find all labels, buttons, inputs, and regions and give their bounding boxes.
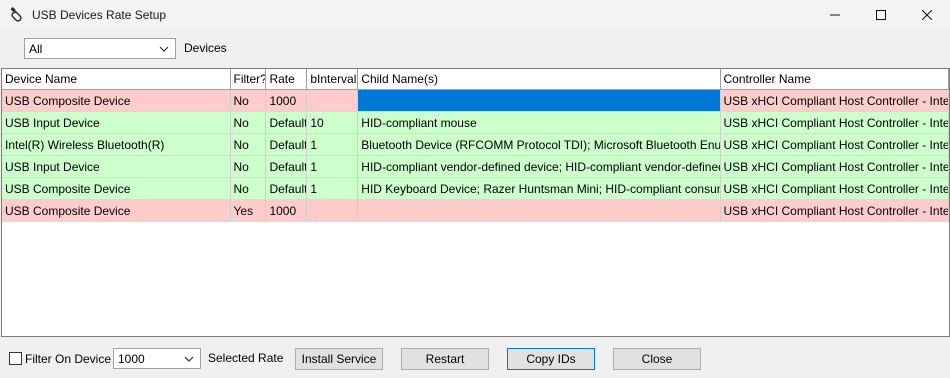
column-header[interactable]: Child Name(s) bbox=[358, 69, 721, 89]
bottom-bar: Filter On Device 1000 Selected Rate Inst… bbox=[0, 340, 950, 378]
table-cell[interactable]: HID-compliant vendor-defined device; HID… bbox=[358, 156, 721, 177]
table-row[interactable]: USB Composite Device No Default 1 HID Ke… bbox=[2, 178, 949, 200]
table-header: Device Name Filter? Rate bInterval Child… bbox=[2, 69, 949, 90]
table-cell[interactable]: HID Keyboard Device; Razer Huntsman Mini… bbox=[358, 178, 721, 199]
table-cell[interactable]: USB xHCI Compliant Host Controller - Int… bbox=[721, 134, 949, 155]
table-cell[interactable]: No bbox=[231, 112, 267, 133]
table-cell[interactable]: Default bbox=[266, 134, 308, 155]
table-row[interactable]: USB Input Device No Default 10 HID-compl… bbox=[2, 112, 949, 134]
table-cell[interactable]: 10 bbox=[307, 112, 359, 133]
usb-app-icon bbox=[9, 6, 27, 24]
table-cell[interactable] bbox=[307, 200, 359, 221]
rate-value: 1000 bbox=[118, 351, 145, 366]
close-window-button[interactable] bbox=[904, 0, 950, 30]
table-cell[interactable]: USB Composite Device bbox=[2, 178, 231, 199]
filter-on-device-checkbox[interactable] bbox=[9, 352, 22, 365]
maximize-button[interactable] bbox=[858, 0, 904, 30]
close-button[interactable]: Close bbox=[613, 348, 701, 370]
column-header[interactable]: bInterval bbox=[307, 69, 359, 89]
minimize-button[interactable] bbox=[812, 0, 858, 30]
table-cell[interactable]: Default bbox=[266, 156, 308, 177]
minimize-icon bbox=[830, 14, 840, 16]
table-cell[interactable]: No bbox=[231, 134, 267, 155]
table-cell[interactable]: HID-compliant mouse bbox=[358, 112, 721, 133]
column-header[interactable]: Rate bbox=[266, 69, 308, 89]
table-cell[interactable]: No bbox=[231, 90, 267, 111]
table-cell[interactable]: 1000 bbox=[266, 200, 308, 221]
toolbar: All Devices bbox=[0, 30, 950, 66]
table-cell[interactable] bbox=[307, 90, 359, 111]
device-filter-value: All bbox=[29, 41, 43, 56]
device-filter-select[interactable]: All bbox=[24, 38, 176, 59]
copy-ids-button[interactable]: Copy IDs bbox=[507, 348, 595, 370]
table-cell[interactable]: No bbox=[231, 156, 267, 177]
table-row[interactable]: USB Input Device No Default 1 HID-compli… bbox=[2, 156, 949, 178]
install-service-button[interactable]: Install Service bbox=[295, 348, 383, 370]
table-cell[interactable]: USB xHCI Compliant Host Controller - Int… bbox=[721, 156, 949, 177]
table-cell[interactable]: USB xHCI Compliant Host Controller - Int… bbox=[721, 178, 949, 199]
table-cell[interactable]: Intel(R) Wireless Bluetooth(R) bbox=[2, 134, 231, 155]
devices-table[interactable]: Device Name Filter? Rate bInterval Child… bbox=[1, 68, 950, 337]
table-cell[interactable]: 1000 bbox=[266, 90, 308, 111]
table-cell-selected[interactable] bbox=[358, 90, 721, 111]
table-cell[interactable]: 1 bbox=[307, 134, 359, 155]
column-header[interactable]: Filter? bbox=[231, 69, 267, 89]
table-cell[interactable]: Default bbox=[266, 112, 308, 133]
table-cell[interactable]: Bluetooth Device (RFCOMM Protocol TDI); … bbox=[358, 134, 721, 155]
table-row[interactable]: USB Composite Device Yes 1000 USB xHCI C… bbox=[2, 200, 949, 222]
close-icon bbox=[922, 10, 932, 20]
table-cell[interactable] bbox=[358, 200, 721, 221]
table-cell[interactable]: 1 bbox=[307, 156, 359, 177]
table-cell[interactable]: 1 bbox=[307, 178, 359, 199]
table-cell[interactable]: Yes bbox=[231, 200, 267, 221]
title-bar: USB Devices Rate Setup bbox=[0, 0, 950, 30]
restart-button[interactable]: Restart bbox=[401, 348, 489, 370]
chevron-down-icon bbox=[159, 46, 169, 52]
table-cell[interactable]: USB xHCI Compliant Host Controller - Int… bbox=[721, 90, 949, 111]
window-title: USB Devices Rate Setup bbox=[32, 8, 167, 22]
chevron-down-icon bbox=[184, 356, 194, 362]
table-cell[interactable]: USB xHCI Compliant Host Controller - Int… bbox=[721, 112, 949, 133]
table-cell[interactable]: USB Composite Device bbox=[2, 90, 231, 111]
table-row[interactable]: Intel(R) Wireless Bluetooth(R) No Defaul… bbox=[2, 134, 949, 156]
rate-select[interactable]: 1000 bbox=[113, 348, 201, 369]
devices-label: Devices bbox=[184, 41, 227, 55]
table-cell[interactable]: USB Input Device bbox=[2, 156, 231, 177]
filter-on-device-label: Filter On Device bbox=[25, 352, 112, 366]
column-header[interactable]: Device Name bbox=[2, 69, 231, 89]
table-cell[interactable]: Default bbox=[266, 178, 308, 199]
column-header[interactable]: Controller Name bbox=[721, 69, 949, 89]
table-cell[interactable]: USB xHCI Compliant Host Controller - Int… bbox=[721, 200, 949, 221]
selected-rate-label: Selected Rate bbox=[208, 351, 284, 365]
table-cell[interactable]: USB Input Device bbox=[2, 112, 231, 133]
maximize-icon bbox=[876, 10, 886, 20]
table-row[interactable]: USB Composite Device No 1000 USB xHCI Co… bbox=[2, 90, 949, 112]
table-cell[interactable]: USB Composite Device bbox=[2, 200, 231, 221]
table-cell[interactable]: No bbox=[231, 178, 267, 199]
